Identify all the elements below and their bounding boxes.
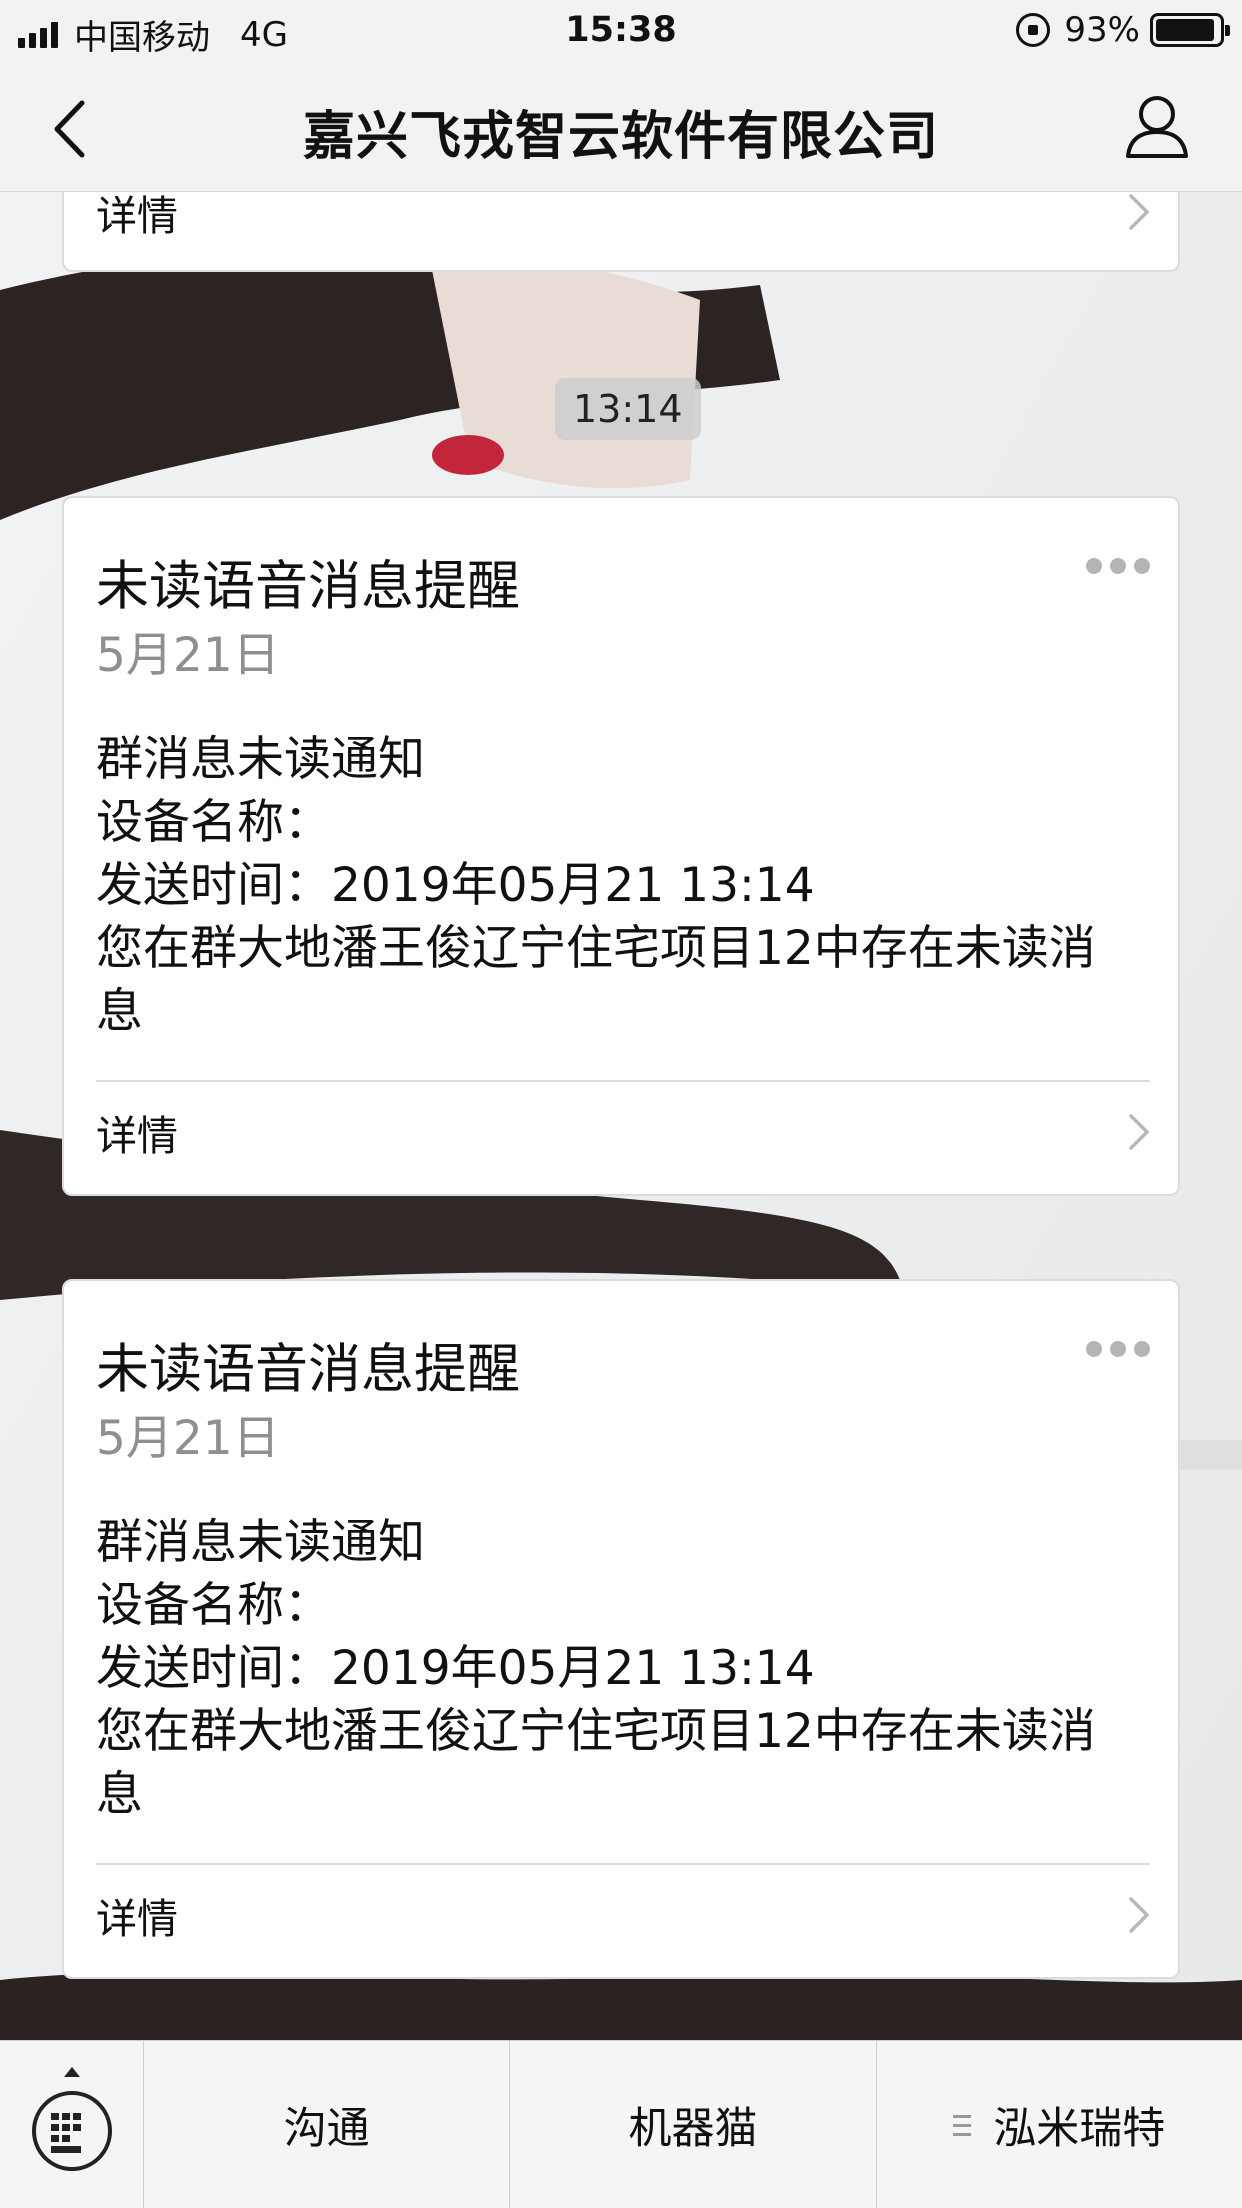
card-details-link[interactable]: 详情 — [96, 1865, 1150, 1965]
card-details-link[interactable]: 详情 — [96, 192, 1150, 262]
card-line-device: 设备名称： — [96, 1578, 331, 1633]
profile-button[interactable] — [1122, 92, 1192, 162]
chevron-right-icon — [1129, 1897, 1149, 1933]
card-title: 未读语音消息提醒 — [96, 1339, 520, 1400]
card-line-device: 设备名称： — [96, 795, 331, 850]
keyboard-toggle-button[interactable] — [0, 2041, 144, 2208]
details-label: 详情 — [96, 1895, 178, 1943]
status-bar: 中国移动 4G 15:38 93% — [0, 0, 1242, 64]
keyboard-keys — [51, 2113, 93, 2157]
card-line-message: 您在群大地潘王俊辽宁住宅项目12中存在未读消息 — [96, 1704, 1096, 1822]
bottom-menu-bar: 沟通 机器猫 泓米瑞特 — [0, 2040, 1242, 2208]
more-options-icon[interactable] — [1078, 558, 1150, 574]
card-body: 群消息未读通知 设备名称： 发送时间：2019年05月21 13:14 您在群大… — [96, 1511, 1136, 1826]
message-card-partial[interactable]: 详情 — [62, 192, 1180, 272]
card-title: 未读语音消息提醒 — [96, 556, 520, 617]
details-label: 详情 — [96, 192, 178, 240]
submenu-icon — [953, 2112, 972, 2139]
menu-item-label: 泓米瑞特 — [993, 2104, 1166, 2154]
status-right: 93% — [1016, 10, 1230, 50]
caret-up-icon — [64, 2067, 80, 2077]
card-line-sent-time: 发送时间：2019年05月21 13:14 — [96, 1641, 815, 1696]
chevron-right-icon — [1129, 194, 1149, 230]
chevron-right-icon — [1129, 1114, 1149, 1150]
card-date: 5月21日 — [96, 628, 280, 683]
card-line-notice: 群消息未读通知 — [96, 732, 425, 787]
chat-area[interactable]: 详情 13:14 未读语音消息提醒 5月21日 群消息未读通知 设备名称： 发送… — [0, 192, 1242, 2040]
card-body: 群消息未读通知 设备名称： 发送时间：2019年05月21 13:14 您在群大… — [96, 728, 1136, 1043]
card-line-message: 您在群大地潘王俊辽宁住宅项目12中存在未读消息 — [96, 921, 1096, 1039]
message-card[interactable]: 未读语音消息提醒 5月21日 群消息未读通知 设备名称： 发送时间：2019年0… — [62, 496, 1180, 1196]
menu-item-robot-cat[interactable]: 机器猫 — [510, 2041, 877, 2208]
menu-item-hongmi-ruite[interactable]: 泓米瑞特 — [877, 2041, 1242, 2208]
menu-item-communicate[interactable]: 沟通 — [144, 2041, 511, 2208]
battery-percent: 93% — [1064, 10, 1140, 50]
card-details-link[interactable]: 详情 — [96, 1082, 1150, 1182]
chevron-left-icon — [54, 100, 85, 158]
card-line-sent-time: 发送时间：2019年05月21 13:14 — [96, 858, 815, 913]
back-button[interactable] — [44, 94, 94, 164]
card-line-notice: 群消息未读通知 — [96, 1515, 425, 1570]
menu-item-label: 沟通 — [283, 2104, 370, 2154]
battery-icon — [1150, 13, 1230, 47]
rotation-lock-icon — [1016, 13, 1051, 47]
page-title: 嘉兴飞戎智云软件有限公司 — [302, 107, 939, 167]
card-date: 5月21日 — [96, 1411, 280, 1466]
menu-item-label: 机器猫 — [628, 2104, 758, 2154]
message-timestamp: 13:14 — [555, 378, 701, 440]
message-card[interactable]: 未读语音消息提醒 5月21日 群消息未读通知 设备名称： 发送时间：2019年0… — [62, 1279, 1180, 1979]
details-label: 详情 — [96, 1112, 178, 1160]
more-options-icon[interactable] — [1078, 1341, 1150, 1357]
navigation-bar: 嘉兴飞戎智云软件有限公司 — [0, 64, 1242, 192]
user-icon — [1126, 96, 1188, 158]
